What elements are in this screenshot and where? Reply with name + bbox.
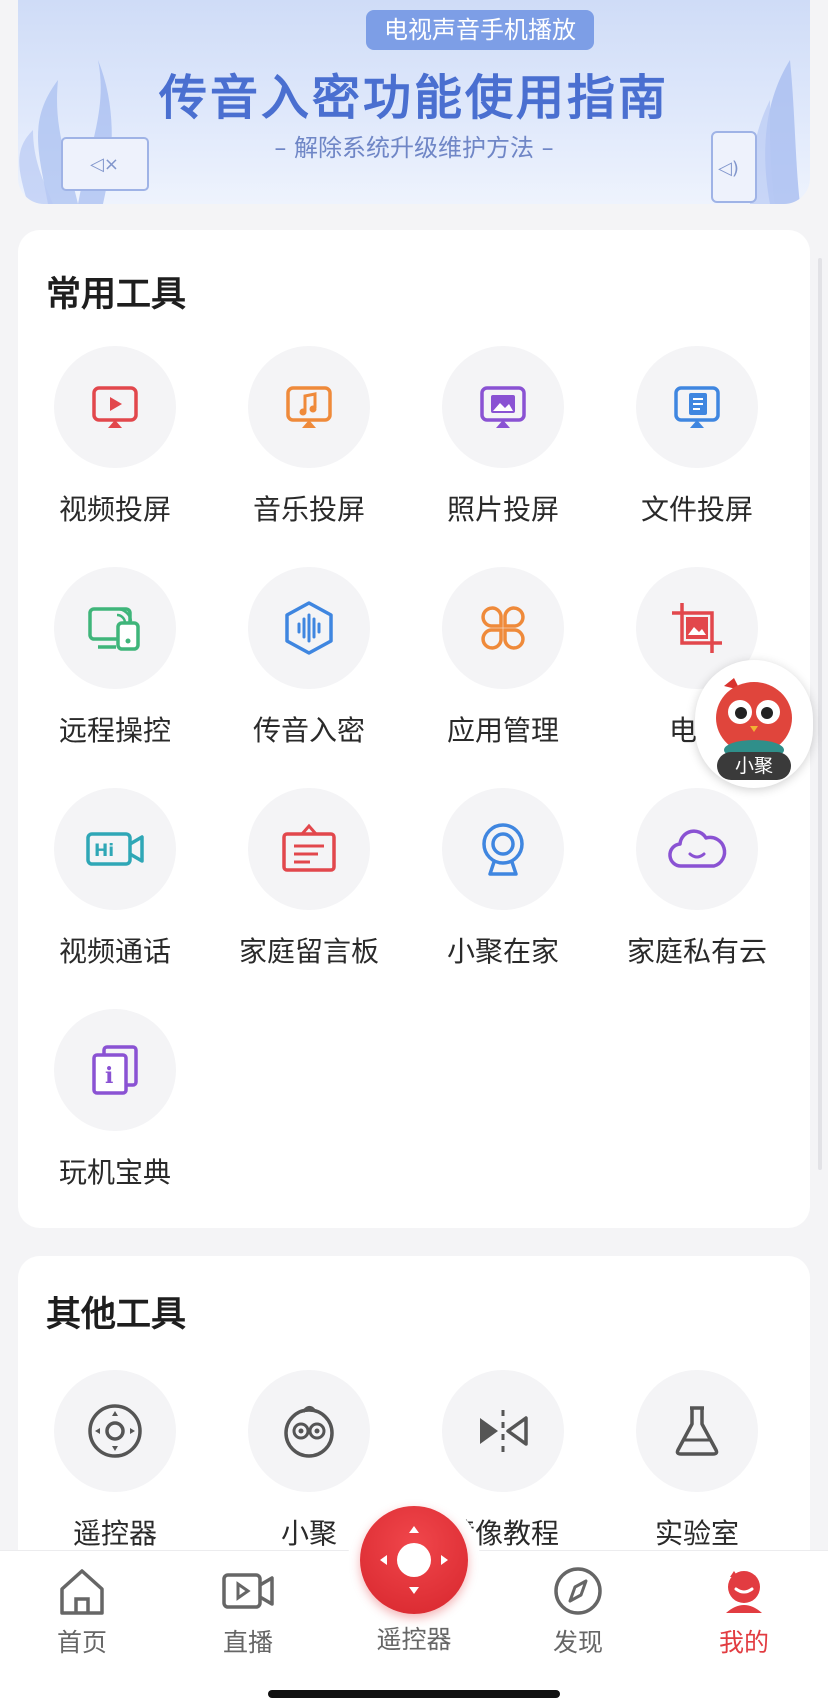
tool-label: 遥控器	[72, 1517, 157, 1550]
tool-file-cast[interactable]: 文件投屏	[600, 346, 794, 567]
profile-icon	[726, 1571, 762, 1613]
audio-wave-icon	[285, 601, 333, 655]
tool-label: 小聚在家	[446, 935, 559, 968]
remote-center-button[interactable]	[360, 1506, 468, 1614]
svg-text:i: i	[105, 1063, 113, 1089]
tool-label: 应用管理	[446, 714, 559, 747]
tool-label: 远程操控	[58, 714, 171, 747]
tool-label: 音乐投屏	[252, 493, 365, 526]
home-indicator	[268, 1690, 560, 1698]
file-cast-icon	[674, 386, 720, 428]
banner-tag: 电视声音手机播放	[366, 10, 594, 50]
promo-banner[interactable]: ◁× 电视声音手机播放 传音入密功能使用指南 – 解除系统升级维护方法 – ◁)	[18, 0, 810, 204]
nav-home[interactable]: 首页	[22, 1565, 142, 1659]
tool-label: 文件投屏	[640, 493, 753, 526]
tool-video-call[interactable]: Hi 视频通话	[18, 788, 212, 1009]
mascot-label: 小聚	[717, 752, 791, 780]
common-tools-card: 常用工具 视频投屏 音乐投屏 照片投屏 文件投屏 远程操控 传音入密 应用管理 …	[18, 230, 810, 1228]
tool-label: 玩机宝典	[58, 1156, 171, 1189]
flask-icon	[675, 1406, 719, 1456]
message-board-icon	[282, 823, 336, 872]
live-icon	[222, 1573, 274, 1609]
tool-video-cast[interactable]: 视频投屏	[18, 346, 212, 567]
tool-label: 照片投屏	[446, 493, 559, 526]
floating-mascot[interactable]: 小聚	[695, 660, 813, 788]
webcam-icon	[482, 823, 524, 876]
tool-photo-cast[interactable]: 照片投屏	[406, 346, 600, 567]
tool-audio-whisper[interactable]: 传音入密	[212, 567, 406, 788]
tool-guide-book[interactable]: i 玩机宝典	[18, 1009, 212, 1230]
photo-cast-icon	[480, 386, 526, 428]
scrollbar[interactable]	[818, 258, 822, 1170]
tool-message-board[interactable]: 家庭留言板	[212, 788, 406, 1009]
mascot-icon	[716, 678, 792, 760]
home-icon	[60, 1569, 104, 1615]
nav-label: 首页	[56, 1628, 107, 1657]
mascot-face-icon	[284, 1405, 334, 1458]
video-cast-icon	[92, 386, 138, 428]
cloud-icon	[668, 829, 727, 868]
dpad-icon	[88, 1404, 142, 1458]
tool-label: 家庭留言板	[238, 935, 379, 968]
tool-label: 实验室	[654, 1517, 739, 1550]
remote-control-icon	[88, 607, 140, 651]
svg-text:◁): ◁)	[718, 158, 739, 179]
tool-remote-control[interactable]: 远程操控	[18, 567, 212, 788]
phone-speaker-illustration: ◁)	[711, 60, 800, 204]
app-manage-icon	[481, 606, 525, 650]
tool-home-camera[interactable]: 小聚在家	[406, 788, 600, 1009]
tool-music-cast[interactable]: 音乐投屏	[212, 346, 406, 567]
tool-label: 视频通话	[58, 935, 171, 968]
tv-screenshot-icon	[672, 603, 722, 653]
video-call-icon: Hi	[86, 832, 144, 866]
common-tools-title: 常用工具	[46, 275, 187, 315]
nav-profile[interactable]: 我的	[684, 1565, 804, 1659]
guide-book-icon: i	[92, 1045, 138, 1095]
tool-label: 小聚	[280, 1517, 337, 1550]
mirror-icon	[480, 1410, 528, 1452]
nav-discover[interactable]: 发现	[518, 1565, 638, 1659]
nav-label: 直播	[222, 1628, 273, 1657]
svg-text:Hi: Hi	[94, 841, 114, 861]
other-tools-title: 其他工具	[46, 1295, 187, 1335]
tool-label: 家庭私有云	[626, 935, 767, 968]
compass-icon	[554, 1567, 602, 1615]
nav-label: 发现	[552, 1628, 603, 1657]
tool-app-manage[interactable]: 应用管理	[406, 567, 600, 788]
remote-center-icon	[380, 1526, 448, 1594]
nav-live[interactable]: 直播	[188, 1565, 308, 1659]
common-tools-grid: 视频投屏 音乐投屏 照片投屏 文件投屏 远程操控 传音入密 应用管理 Hi 视频…	[18, 346, 810, 1230]
nav-label: 我的	[718, 1628, 769, 1657]
tool-label: 视频投屏	[58, 493, 171, 526]
tool-label: 传音入密	[252, 714, 365, 747]
music-cast-icon	[286, 386, 332, 428]
tool-private-cloud[interactable]: 家庭私有云	[600, 788, 794, 1009]
remote-center-label: 遥控器	[376, 1625, 452, 1654]
